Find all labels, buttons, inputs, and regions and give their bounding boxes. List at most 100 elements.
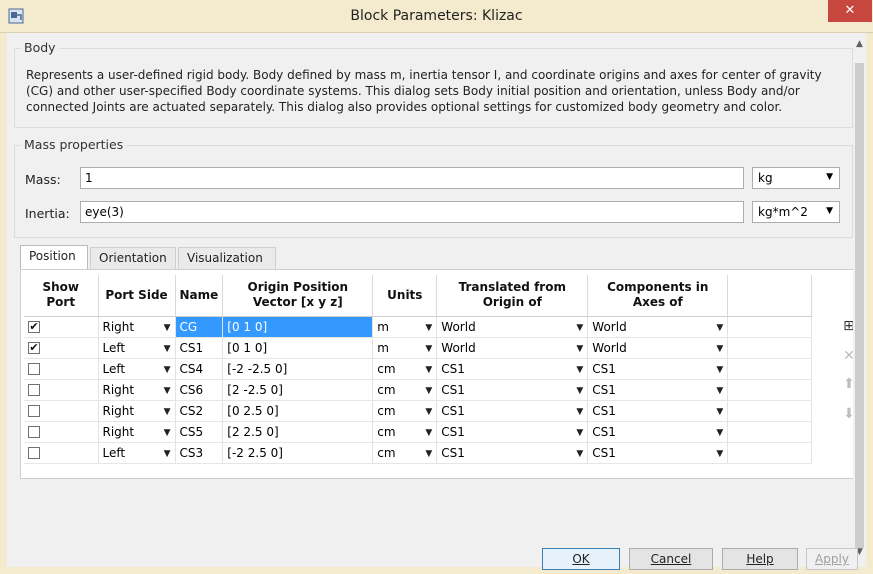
origin-position-cell[interactable]: [2 2.5 0] (222, 421, 374, 443)
close-icon[interactable]: ✕ (828, 0, 872, 22)
port-side-cell[interactable]: Right ▼ (98, 400, 176, 422)
name-cell[interactable]: CS2 (175, 400, 224, 422)
show-port-cell[interactable] (24, 400, 99, 422)
port-side-cell[interactable]: Right ▼ (98, 316, 176, 338)
show-port-cell[interactable]: ✔ (24, 316, 99, 338)
show-port-cell[interactable] (24, 379, 99, 401)
ok-button[interactable]: OK (542, 548, 620, 570)
show-port-checkbox[interactable]: ✔ (28, 342, 40, 354)
chevron-down-icon: ▼ (163, 343, 171, 354)
table-row[interactable]: Right ▼ CS5 [2 2.5 0] cm ▼ CS1 ▼ CS1 ▼ (24, 421, 813, 443)
col-header-components-in-axes: Components in Axes of (587, 275, 729, 317)
port-side-cell[interactable]: Left ▼ (98, 337, 176, 359)
origin-position-cell[interactable]: [0 1 0] (222, 337, 374, 359)
table-row[interactable]: Right ▼ CS6 [2 -2.5 0] cm ▼ CS1 ▼ CS1 ▼ (24, 379, 813, 401)
components-in-axes-value: CS1 (592, 424, 616, 439)
name-cell[interactable]: CS3 (175, 442, 224, 464)
translated-from-cell[interactable]: World ▼ (436, 337, 589, 359)
table-row[interactable]: Left ▼ CS4 [-2 -2.5 0] cm ▼ CS1 ▼ CS1 ▼ (24, 358, 813, 380)
origin-position-cell[interactable]: [0 2.5 0] (222, 400, 374, 422)
port-side-value: Right (102, 424, 135, 439)
origin-position-cell[interactable]: [-2 2.5 0] (222, 442, 374, 464)
units-cell[interactable]: cm ▼ (372, 379, 438, 401)
spacer-cell (727, 337, 813, 359)
origin-position-cell[interactable]: [-2 -2.5 0] (222, 358, 374, 380)
translated-from-cell[interactable]: CS1 ▼ (436, 358, 589, 380)
chevron-down-icon: ▼ (576, 385, 584, 396)
units-cell[interactable]: cm ▼ (372, 421, 438, 443)
spacer-cell (727, 421, 813, 443)
help-button[interactable]: Help (722, 548, 798, 570)
units-cell[interactable]: cm ▼ (372, 358, 438, 380)
vertical-scrollbar[interactable]: ▲ ▼ (853, 33, 866, 567)
show-port-cell[interactable] (24, 442, 99, 464)
components-in-axes-cell[interactable]: World ▼ (587, 337, 729, 359)
col-header-units: Units (372, 275, 438, 317)
scroll-thumb[interactable] (855, 63, 864, 548)
port-side-cell[interactable]: Left ▼ (98, 442, 176, 464)
mass-input[interactable]: 1 (80, 167, 744, 189)
chevron-down-icon: ▼ (425, 343, 433, 354)
chevron-down-icon: ▼ (826, 172, 833, 182)
tab-position[interactable]: Position (20, 245, 88, 270)
mass-unit-select[interactable]: kg ▼ (752, 167, 840, 189)
table-row[interactable]: Right ▼ CS2 [0 2.5 0] cm ▼ CS1 ▼ CS1 ▼ (24, 400, 813, 422)
components-in-axes-cell[interactable]: World ▼ (587, 316, 729, 338)
chevron-down-icon: ▼ (163, 385, 171, 396)
scroll-up-icon[interactable]: ▲ (853, 39, 866, 49)
translated-from-cell[interactable]: CS1 ▼ (436, 421, 589, 443)
components-in-axes-cell[interactable]: CS1 ▼ (587, 442, 729, 464)
name-cell[interactable]: CS5 (175, 421, 224, 443)
inertia-unit-select[interactable]: kg*m^2 ▼ (752, 201, 840, 223)
show-port-checkbox[interactable]: ✔ (28, 321, 40, 333)
tab-orientation[interactable]: Orientation (90, 247, 176, 269)
spacer-cell (727, 316, 813, 338)
units-cell[interactable]: cm ▼ (372, 442, 438, 464)
components-in-axes-cell[interactable]: CS1 ▼ (587, 379, 729, 401)
show-port-cell[interactable]: ✔ (24, 337, 99, 359)
translated-from-value: World (441, 319, 476, 334)
name-cell[interactable]: CS6 (175, 379, 224, 401)
components-in-axes-cell[interactable]: CS1 ▼ (587, 400, 729, 422)
name-cell[interactable]: CG (175, 316, 224, 338)
units-cell[interactable]: m ▼ (372, 316, 438, 338)
table-row[interactable]: ✔ Right ▼ CG [0 1 0] m ▼ World ▼ World ▼ (24, 316, 813, 338)
chevron-down-icon: ▼ (163, 448, 171, 459)
show-port-checkbox[interactable] (28, 363, 40, 375)
show-port-checkbox[interactable] (28, 447, 40, 459)
table-row[interactable]: Left ▼ CS3 [-2 2.5 0] cm ▼ CS1 ▼ CS1 ▼ (24, 442, 813, 464)
translated-from-value: CS1 (441, 403, 465, 418)
units-cell[interactable]: m ▼ (372, 337, 438, 359)
components-in-axes-cell[interactable]: CS1 ▼ (587, 358, 729, 380)
port-side-cell[interactable]: Left ▼ (98, 358, 176, 380)
origin-position-cell[interactable]: [2 -2.5 0] (222, 379, 374, 401)
translated-from-cell[interactable]: CS1 ▼ (436, 442, 589, 464)
translated-from-cell[interactable]: World ▼ (436, 316, 589, 338)
chevron-down-icon: ▼ (576, 322, 584, 333)
col-header-show-port: Show Port (24, 275, 99, 317)
origin-position-cell[interactable]: [0 1 0] (222, 316, 374, 338)
components-in-axes-cell[interactable]: CS1 ▼ (587, 421, 729, 443)
apply-button[interactable]: Apply (806, 548, 858, 570)
port-side-cell[interactable]: Right ▼ (98, 379, 176, 401)
translated-from-value: CS1 (441, 424, 465, 439)
table-row[interactable]: ✔ Left ▼ CS1 [0 1 0] m ▼ World ▼ World ▼ (24, 337, 813, 359)
units-cell[interactable]: cm ▼ (372, 400, 438, 422)
name-cell[interactable]: CS4 (175, 358, 224, 380)
name-cell[interactable]: CS1 (175, 337, 224, 359)
body-description: Represents a user-defined rigid body. Bo… (26, 68, 822, 114)
port-side-cell[interactable]: Right ▼ (98, 421, 176, 443)
show-port-checkbox[interactable] (28, 384, 40, 396)
tab-visualization[interactable]: Visualization (178, 247, 276, 269)
translated-from-cell[interactable]: CS1 ▼ (436, 379, 589, 401)
inertia-input[interactable]: eye(3) (80, 201, 744, 223)
show-port-checkbox[interactable] (28, 405, 40, 417)
show-port-cell[interactable] (24, 421, 99, 443)
translated-from-cell[interactable]: CS1 ▼ (436, 400, 589, 422)
show-port-checkbox[interactable] (28, 426, 40, 438)
show-port-cell[interactable] (24, 358, 99, 380)
units-value: m (377, 319, 389, 334)
components-in-axes-value: CS1 (592, 403, 616, 418)
cancel-button[interactable]: Cancel (629, 548, 713, 570)
port-side-value: Right (102, 319, 135, 334)
